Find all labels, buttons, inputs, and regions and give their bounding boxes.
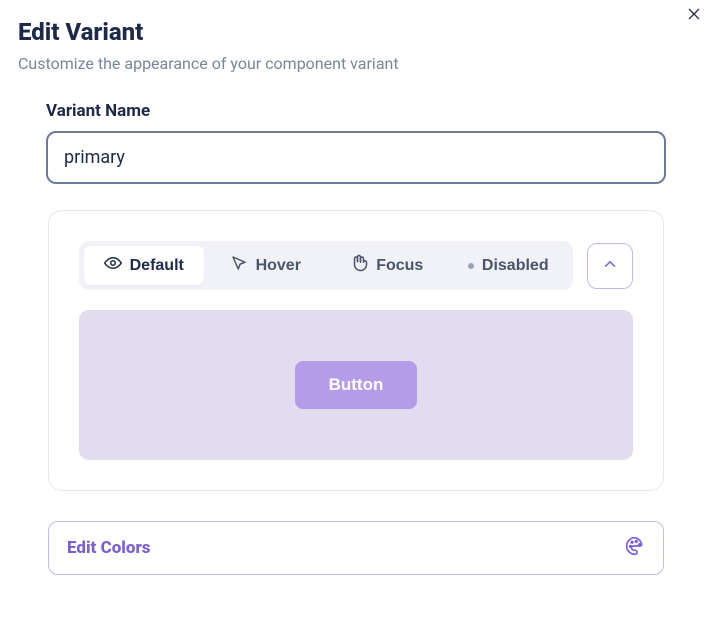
chevron-up-icon [601, 255, 619, 276]
edit-colors-label: Edit Colors [67, 538, 151, 558]
tab-default[interactable]: Default [84, 246, 204, 285]
palette-icon [625, 536, 645, 560]
edit-variant-modal: Edit Variant Customize the appearance of… [0, 0, 712, 593]
hand-icon [350, 254, 368, 277]
variant-name-label: Variant Name [46, 101, 666, 121]
cursor-icon [230, 254, 248, 277]
dot-icon [468, 263, 474, 269]
tab-label: Hover [256, 257, 301, 275]
preview-header: Default Hover Focus Disabled [79, 241, 633, 290]
collapse-button[interactable] [587, 243, 633, 289]
tab-hover[interactable]: Hover [206, 246, 326, 285]
tab-label: Focus [376, 257, 423, 275]
tab-focus[interactable]: Focus [327, 246, 447, 285]
tab-disabled[interactable]: Disabled [449, 246, 569, 285]
preview-card: Default Hover Focus Disabled [48, 210, 664, 491]
tab-label: Disabled [482, 257, 549, 275]
tab-label: Default [130, 257, 184, 275]
variant-name-field: Variant Name [18, 101, 694, 184]
state-tabs: Default Hover Focus Disabled [79, 241, 573, 290]
close-icon [686, 6, 702, 26]
modal-title: Edit Variant [18, 18, 694, 46]
variant-name-input[interactable] [46, 131, 666, 184]
edit-colors-button[interactable]: Edit Colors [48, 521, 664, 575]
eye-icon [104, 254, 122, 277]
sample-button: Button [295, 361, 418, 409]
preview-stage: Button [79, 310, 633, 460]
modal-subtitle: Customize the appearance of your compone… [18, 54, 694, 73]
close-button[interactable] [682, 4, 706, 28]
